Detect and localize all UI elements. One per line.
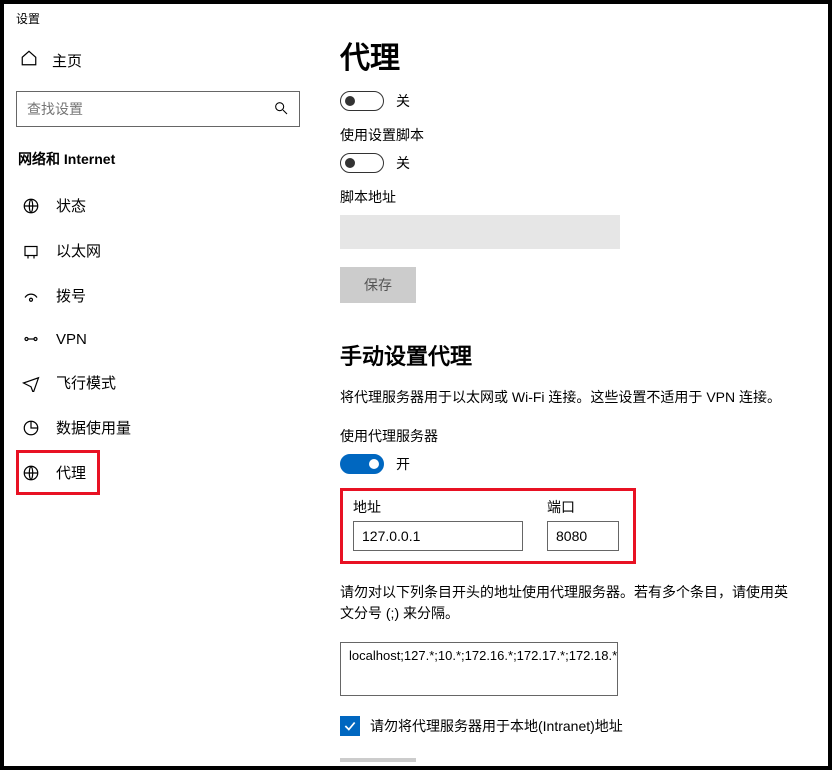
auto-detect-state: 关 (396, 91, 410, 111)
window-title: 设置 (10, 8, 822, 33)
save-script-button[interactable]: 保存 (340, 267, 416, 303)
sidebar-item-label: 数据使用量 (56, 417, 131, 438)
manual-proxy-desc: 将代理服务器用于以太网或 Wi-Fi 连接。这些设置不适用于 VPN 连接。 (340, 387, 792, 408)
auto-detect-toggle-row: 关 (340, 91, 792, 111)
address-port-highlight: 地址 端口 (340, 488, 636, 564)
local-bypass-checkbox[interactable] (340, 716, 360, 736)
data-usage-icon (22, 419, 40, 437)
auto-detect-toggle[interactable] (340, 91, 384, 111)
bypass-list-input[interactable]: localhost;127.*;10.*;172.16.*;172.17.*;1… (340, 642, 618, 696)
save-proxy-button[interactable]: 保存 (340, 758, 416, 762)
sidebar-item-label: 以太网 (56, 240, 101, 261)
dialup-icon (22, 287, 40, 305)
sidebar-item-airplane[interactable]: 飞行模式 (16, 360, 300, 405)
script-address-input[interactable] (340, 215, 620, 249)
local-bypass-row[interactable]: 请勿将代理服务器用于本地(Intranet)地址 (340, 716, 792, 736)
sidebar-item-data-usage[interactable]: 数据使用量 (16, 405, 300, 450)
proxy-icon (22, 464, 40, 482)
use-proxy-label: 使用代理服务器 (340, 426, 792, 446)
script-address-label: 脚本地址 (340, 187, 792, 207)
globe-icon (22, 197, 40, 215)
manual-proxy-title: 手动设置代理 (340, 339, 792, 371)
sidebar: 主页 网络和 Internet 状态 (10, 33, 310, 762)
search-icon (273, 100, 289, 119)
vpn-icon (22, 330, 40, 348)
use-proxy-toggle[interactable] (340, 454, 384, 474)
sidebar-item-label: VPN (56, 331, 87, 348)
content-area: 主页 网络和 Internet 状态 (10, 33, 822, 762)
proxy-port-input[interactable] (547, 521, 619, 551)
sidebar-item-label: 状态 (56, 195, 86, 216)
home-link[interactable]: 主页 (16, 39, 300, 81)
sidebar-item-status[interactable]: 状态 (16, 183, 300, 228)
script-label: 使用设置脚本 (340, 125, 792, 145)
search-box[interactable] (16, 91, 300, 127)
sidebar-item-ethernet[interactable]: 以太网 (16, 228, 300, 273)
sidebar-item-label: 代理 (56, 462, 86, 483)
sidebar-item-vpn[interactable]: VPN (16, 318, 300, 360)
proxy-address-input[interactable] (353, 521, 523, 551)
use-proxy-state: 开 (396, 454, 410, 474)
bypass-desc: 请勿对以下列条目开头的地址使用代理服务器。若有多个条目，请使用英文分号 (;) … (340, 582, 792, 624)
sidebar-item-proxy[interactable]: 代理 (16, 450, 100, 495)
use-proxy-toggle-row: 开 (340, 454, 792, 474)
ethernet-icon (22, 242, 40, 260)
main-panel: 代理 关 使用设置脚本 关 脚本地址 保存 手动设置代理 将代理服务器用于以太网… (310, 33, 822, 762)
script-toggle-row: 关 (340, 153, 792, 173)
script-toggle-state: 关 (396, 153, 410, 173)
search-input[interactable] (27, 92, 273, 126)
address-label: 地址 (353, 497, 523, 517)
sidebar-item-dialup[interactable]: 拨号 (16, 273, 300, 318)
home-label: 主页 (52, 50, 82, 71)
sidebar-category: 网络和 Internet (18, 149, 298, 169)
sidebar-item-label: 飞行模式 (56, 372, 116, 393)
home-icon (20, 49, 38, 71)
port-label: 端口 (547, 497, 619, 517)
local-bypass-label: 请勿将代理服务器用于本地(Intranet)地址 (370, 716, 623, 736)
sidebar-nav: 状态 以太网 拨号 V (16, 183, 300, 495)
airplane-icon (22, 374, 40, 392)
settings-window: 设置 主页 网络和 Internet (0, 0, 832, 770)
sidebar-item-label: 拨号 (56, 285, 86, 306)
page-title: 代理 (340, 33, 792, 77)
script-toggle[interactable] (340, 153, 384, 173)
